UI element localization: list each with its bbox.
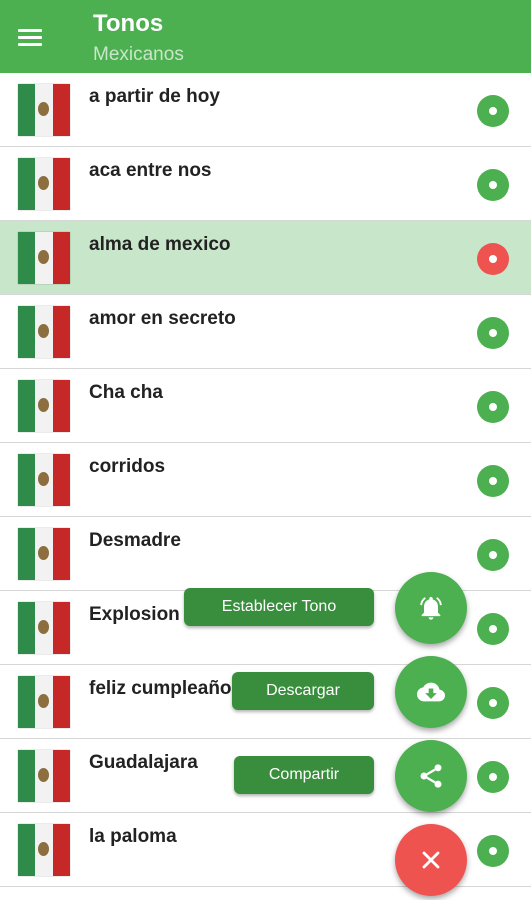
mexico-flag-thumbnail	[18, 528, 70, 580]
tone-title: a partir de hoy	[89, 86, 220, 107]
tone-row-selected[interactable]: alma de mexico	[0, 221, 531, 295]
share-button[interactable]	[395, 740, 467, 812]
mexico-flag-thumbnail	[18, 602, 70, 654]
mexico-flag-thumbnail	[18, 676, 70, 728]
close-menu-button[interactable]	[395, 824, 467, 896]
play-indicator-icon[interactable]	[477, 465, 509, 497]
play-indicator-icon[interactable]	[477, 761, 509, 793]
tone-title: Explosion	[89, 604, 180, 625]
mexico-flag-thumbnail	[18, 454, 70, 506]
tone-title: feliz cumpleaños	[89, 678, 243, 699]
play-indicator-icon[interactable]	[477, 613, 509, 645]
play-indicator-icon[interactable]	[477, 95, 509, 127]
tone-title: Desmadre	[89, 530, 181, 551]
close-icon	[422, 851, 440, 869]
tone-title: Cha cha	[89, 382, 163, 403]
menu-icon[interactable]	[18, 22, 54, 52]
set-tone-label[interactable]: Establecer Tono	[184, 588, 374, 626]
tone-title: corridos	[89, 456, 166, 477]
download-button[interactable]	[395, 656, 467, 728]
play-indicator-icon[interactable]	[477, 687, 509, 719]
tone-row[interactable]: aca entre nos	[0, 147, 531, 221]
app-subtitle: Mexicanos	[93, 44, 184, 65]
mexico-flag-thumbnail	[18, 750, 70, 802]
tone-title: aca entre nos	[89, 160, 212, 181]
app-title: Tonos	[93, 10, 164, 37]
play-indicator-icon[interactable]	[477, 169, 509, 201]
download-label[interactable]: Descargar	[232, 672, 374, 710]
play-indicator-icon[interactable]	[477, 539, 509, 571]
play-indicator-icon[interactable]	[477, 835, 509, 867]
share-label[interactable]: Compartir	[234, 756, 374, 794]
mexico-flag-thumbnail	[18, 84, 70, 136]
mexico-flag-thumbnail	[18, 306, 70, 358]
tone-row[interactable]: Cha cha	[0, 369, 531, 443]
mexico-flag-thumbnail	[18, 232, 70, 284]
mexico-flag-thumbnail	[18, 158, 70, 210]
tone-row[interactable]: amor en secreto	[0, 295, 531, 369]
tone-row[interactable]: corridos	[0, 443, 531, 517]
tone-title: la paloma	[89, 826, 177, 847]
tone-title: amor en secreto	[89, 308, 236, 329]
play-indicator-icon[interactable]	[477, 317, 509, 349]
tone-title: Guadalajara	[89, 752, 198, 773]
share-icon	[420, 764, 442, 788]
play-indicator-icon[interactable]	[477, 391, 509, 423]
app-bar: Tonos Mexicanos	[0, 0, 531, 73]
cloud-download-icon	[417, 682, 445, 702]
tone-row[interactable]: a partir de hoy	[0, 73, 531, 147]
mexico-flag-thumbnail	[18, 380, 70, 432]
mexico-flag-thumbnail	[18, 824, 70, 876]
set-tone-button[interactable]	[395, 572, 467, 644]
tone-title: alma de mexico	[89, 234, 231, 255]
bell-icon	[420, 596, 442, 620]
stop-indicator-icon[interactable]	[477, 243, 509, 275]
